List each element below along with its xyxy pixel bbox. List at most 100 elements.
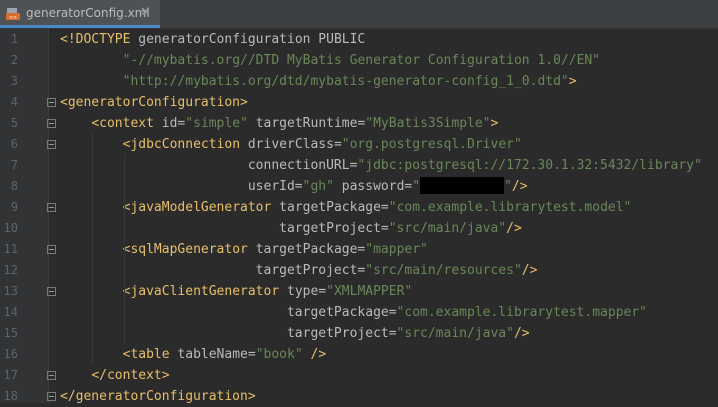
line-number[interactable]: 1: [0, 29, 18, 50]
string-value-token: "src/main/java": [396, 326, 514, 341]
code-text[interactable]: <javaClientGenerator type="XMLMAPPER": [60, 281, 413, 302]
fold-marker-icon[interactable]: [47, 392, 56, 401]
line-number[interactable]: 10: [0, 218, 18, 239]
close-icon[interactable]: ✕: [140, 5, 151, 20]
fold-marker-icon[interactable]: [47, 287, 56, 296]
svg-text:<>: <>: [9, 15, 17, 21]
xml-tag-token: />: [521, 263, 538, 278]
code-text[interactable]: <!DOCTYPE generatorConfiguration PUBLIC: [60, 29, 365, 50]
string-value-token: "book": [255, 347, 303, 362]
code-text[interactable]: <jdbcConnection driverClass="org.postgre…: [60, 134, 522, 155]
attribute-token: [60, 116, 91, 131]
attribute-token: targetProject=: [60, 263, 366, 278]
code-text[interactable]: targetProject="src/main/java"/>: [60, 218, 522, 239]
line-number[interactable]: 18: [0, 386, 18, 407]
xml-tag-token: <sqlMapGenerator: [122, 242, 256, 257]
attribute-token: [60, 74, 123, 89]
line-number[interactable]: 17: [0, 365, 18, 386]
attribute-token: driverClass=: [247, 137, 342, 152]
code-line: 15 targetProject="src/main/java"/>: [0, 323, 718, 344]
attribute-token: targetProject=: [60, 221, 389, 236]
xml-tag-token: <context: [91, 116, 162, 131]
code-line: 1 <!DOCTYPE generatorConfiguration PUBLIC: [0, 29, 718, 50]
xml-tag-token: >: [568, 74, 577, 89]
xml-tag-token: <generatorConfiguration>: [60, 95, 248, 110]
line-number[interactable]: 4: [0, 92, 18, 113]
line-number[interactable]: 6: [0, 134, 18, 155]
xml-tag-token: <!DOCTYPE: [60, 32, 139, 47]
code-text[interactable]: targetPackage="com.example.librarytest.m…: [60, 302, 647, 323]
string-value-token: "com.example.librarytest.mapper": [396, 305, 647, 320]
xml-file-icon: <>: [6, 8, 20, 21]
code-text[interactable]: </context>: [60, 365, 170, 386]
attribute-token: userId=: [60, 179, 303, 194]
attribute-token: targetPackage=: [255, 242, 366, 257]
attribute-token: [60, 53, 123, 68]
editor-tab-bar: <> generatorConfig.xml ✕: [0, 0, 718, 29]
fold-marker-icon[interactable]: [47, 140, 56, 149]
line-number[interactable]: 3: [0, 71, 18, 92]
attribute-token: targetPackage=: [279, 200, 389, 215]
code-text[interactable]: "http://mybatis.org/dtd/mybatis-generato…: [60, 71, 577, 92]
code-text[interactable]: targetProject="src/main/java"/>: [60, 323, 530, 344]
code-text[interactable]: <sqlMapGenerator targetPackage="mapper": [60, 239, 428, 260]
string-value-token: ": [412, 179, 421, 194]
line-number[interactable]: 16: [0, 344, 18, 365]
code-text[interactable]: <table tableName="book" />: [60, 344, 327, 365]
string-value-token: "-//mybatis.org//DTD MyBatis Generator C…: [122, 53, 601, 68]
code-line: 6 <jdbcConnection driverClass="org.postg…: [0, 134, 718, 155]
xml-tag-token: </context>: [91, 368, 170, 383]
line-number[interactable]: 15: [0, 323, 18, 344]
indent-guide: [124, 154, 125, 343]
fold-marker-icon[interactable]: [47, 119, 56, 128]
code-text[interactable]: <context id="simple" targetRuntime="MyBa…: [60, 113, 498, 134]
string-value-token: "simple": [185, 116, 248, 131]
code-line: 12 targetProject="src/main/resources"/>: [0, 260, 718, 281]
code-text[interactable]: <generatorConfiguration>: [60, 92, 248, 113]
line-number[interactable]: 14: [0, 302, 18, 323]
xml-tag-token: >: [490, 116, 499, 131]
code-line: 3 "http://mybatis.org/dtd/mybatis-genera…: [0, 71, 718, 92]
code-text[interactable]: "-//mybatis.org//DTD MyBatis Generator C…: [60, 50, 600, 71]
code-text[interactable]: </generatorConfiguration>: [60, 386, 256, 407]
attribute-token: connectionURL=: [60, 158, 358, 173]
line-number[interactable]: 7: [0, 155, 18, 176]
code-line: 18 </generatorConfiguration>: [0, 386, 718, 407]
code-line: 4 <generatorConfiguration>: [0, 92, 718, 113]
tab-title: generatorConfig.xml: [26, 6, 150, 20]
xml-tag-token: />: [511, 179, 528, 194]
code-text[interactable]: targetProject="src/main/resources"/>: [60, 260, 538, 281]
line-number[interactable]: 11: [0, 239, 18, 260]
attribute-token: targetRuntime=: [247, 116, 366, 131]
line-number[interactable]: 5: [0, 113, 18, 134]
code-text[interactable]: <javaModelGenerator targetPackage="com.e…: [60, 197, 632, 218]
code-text[interactable]: userId="gh" password=" "/>: [60, 176, 528, 197]
line-number[interactable]: 8: [0, 176, 18, 197]
tab-generatorconfig-xml[interactable]: <> generatorConfig.xml ✕: [0, 0, 160, 28]
string-value-token: "src/main/java": [388, 221, 507, 236]
string-value-token: "src/main/resources": [365, 263, 522, 278]
line-number[interactable]: 12: [0, 260, 18, 281]
line-number[interactable]: 13: [0, 281, 18, 302]
fold-marker-icon[interactable]: [47, 245, 56, 254]
attribute-token: id=: [161, 116, 186, 131]
code-line: 9 <javaModelGenerator targetPackage="com…: [0, 197, 718, 218]
line-number[interactable]: 9: [0, 197, 18, 218]
fold-marker-icon[interactable]: [47, 371, 56, 380]
string-value-token: "mapper": [365, 242, 428, 257]
code-line: 8 userId="gh" password=" "/>: [0, 176, 718, 197]
xml-tag-token: <table: [122, 347, 178, 362]
code-line: 2 "-//mybatis.org//DTD MyBatis Generator…: [0, 50, 718, 71]
attribute-token: targetPackage=: [60, 305, 397, 320]
attribute-token: password=: [333, 179, 413, 194]
attribute-token: generatorConfiguration PUBLIC: [138, 32, 366, 47]
attribute-token: type=: [287, 284, 327, 299]
code-line: 11 <sqlMapGenerator targetPackage="mappe…: [0, 239, 718, 260]
fold-marker-icon[interactable]: [47, 98, 56, 107]
code-text[interactable]: connectionURL="jdbc:postgresql://172.30.…: [60, 155, 702, 176]
fold-marker-icon[interactable]: [47, 203, 56, 212]
string-value-token: ": [504, 179, 512, 194]
line-number[interactable]: 2: [0, 50, 18, 71]
xml-tag-token: />: [310, 347, 327, 362]
code-line: 13 <javaClientGenerator type="XMLMAPPER": [0, 281, 718, 302]
